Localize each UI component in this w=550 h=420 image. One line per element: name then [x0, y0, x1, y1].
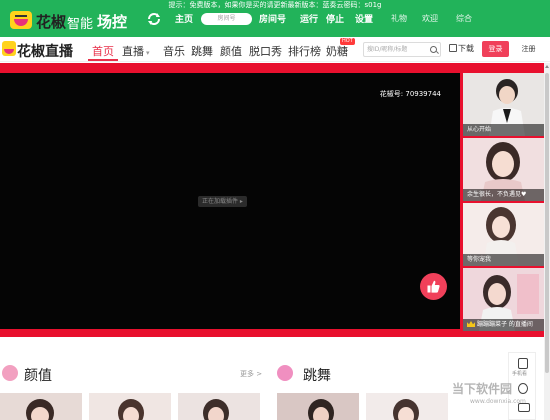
- watermark-url: www.downxia.com: [470, 398, 526, 405]
- refresh-icon[interactable]: [146, 11, 162, 27]
- page-scrollbar[interactable]: [544, 63, 550, 420]
- tool-nav-general[interactable]: 综合: [456, 13, 472, 24]
- nav-home[interactable]: 首页: [92, 43, 114, 59]
- live-thumbnail[interactable]: [0, 393, 82, 420]
- category-title-dance: 跳舞: [303, 368, 331, 384]
- anchor-caption: 等你宠我: [463, 254, 544, 266]
- tool-nav-welcome[interactable]: 欢迎: [422, 13, 438, 24]
- anchor-caption: 蹦蹦蹦菜子 的直播间: [463, 319, 544, 331]
- nav-ranking[interactable]: 排行榜: [288, 43, 321, 59]
- category-title-beauty: 颜值: [24, 368, 52, 384]
- login-button[interactable]: 登录: [482, 41, 509, 57]
- thumbs-up-icon: [427, 280, 440, 293]
- nav-live[interactable]: 直播 ▾: [122, 43, 150, 59]
- anchor-card[interactable]: 从心开始: [463, 73, 544, 136]
- tool-nav-home[interactable]: 主页: [175, 12, 193, 25]
- nav-active-underline: [88, 59, 118, 61]
- phone-icon[interactable]: [518, 358, 528, 369]
- site-header: 花椒直播 首页 直播 ▾ 音乐 跳舞 颜值 脱口秀 排行榜 奶糖 HOT 搜ID/…: [0, 37, 550, 62]
- anchor-caption-text: 蹦蹦蹦菜子 的直播间: [477, 321, 533, 328]
- live-thumbnail[interactable]: [366, 393, 448, 420]
- like-button[interactable]: [420, 273, 447, 300]
- message-icon[interactable]: [518, 383, 528, 394]
- search-placeholder: 搜ID/昵称/标题: [367, 46, 408, 53]
- tool-brand: 花椒: [36, 13, 67, 31]
- plugin-loading-tip: 正在加载插件 ▸: [198, 196, 247, 207]
- live-thumbnail[interactable]: [277, 393, 359, 420]
- search-input[interactable]: 搜ID/昵称/标题: [363, 42, 441, 57]
- scroll-up-arrow-icon[interactable]: [545, 65, 549, 68]
- huajiao-logo-icon: [10, 11, 32, 29]
- anchor-caption: 余生很长，不负遇见♥: [463, 189, 544, 201]
- tool-top-bar: 提示：免费版本，如果你是买的请更新最新版本：蓝奏云密码：s01g 花椒 智能 场…: [0, 0, 550, 37]
- register-button[interactable]: 注册: [515, 41, 542, 57]
- watermark-text: 当下软件园: [452, 382, 513, 396]
- download-button[interactable]: 下载: [449, 43, 474, 54]
- update-notice: 提示：免费版本，如果你是买的请更新最新版本：蓝奏云密码：s01g: [168, 1, 382, 9]
- site-logo-icon[interactable]: [2, 41, 16, 56]
- search-icon[interactable]: [430, 46, 437, 53]
- nav-naitang[interactable]: 奶糖: [326, 43, 348, 59]
- anchor-caption: 从心开始: [463, 124, 544, 136]
- nav-live-label: 直播: [122, 45, 144, 58]
- tool-brand-changkong: 场控: [97, 13, 128, 31]
- anchor-card[interactable]: 余生很长，不负遇见♥: [463, 138, 544, 201]
- room-number-label: 花椒号: 70939744: [379, 90, 441, 98]
- nav-talkshow[interactable]: 脱口秀: [249, 43, 282, 59]
- site-brand[interactable]: 花椒直播: [17, 41, 73, 61]
- tool-nav-gift[interactable]: 礼物: [391, 13, 407, 24]
- nav-beauty[interactable]: 颜值: [220, 43, 242, 59]
- nav-dance[interactable]: 跳舞: [191, 43, 213, 59]
- beauty-category-icon: [2, 365, 18, 381]
- hot-badge: HOT: [340, 38, 355, 45]
- dance-category-icon: [277, 365, 293, 381]
- tool-nav-room[interactable]: 房间号: [259, 12, 286, 25]
- more-link-beauty[interactable]: 更多 >: [240, 369, 262, 379]
- floating-toolbar: 手机看: [508, 352, 536, 420]
- anchor-card[interactable]: 蹦蹦蹦菜子 的直播间: [463, 268, 544, 331]
- video-player[interactable]: 花椒号: 70939744 正在加载插件 ▸: [0, 73, 460, 329]
- live-thumbnail[interactable]: [178, 393, 260, 420]
- download-label: 下载: [458, 44, 474, 53]
- crown-icon: [467, 321, 475, 327]
- tool-nav-stop[interactable]: 停止: [326, 12, 344, 25]
- tool-brand-zhineng: 智能: [67, 17, 94, 32]
- live-thumbnail[interactable]: [89, 393, 171, 420]
- nav-music[interactable]: 音乐: [163, 43, 185, 59]
- chevron-down-icon: ▾: [146, 49, 150, 57]
- download-icon: [449, 44, 457, 52]
- scroll-thumb[interactable]: [545, 73, 549, 373]
- tool-nav-settings[interactable]: 设置: [355, 12, 373, 25]
- tool-nav-run[interactable]: 运行: [300, 12, 318, 25]
- room-number-input[interactable]: 房间号: [201, 13, 252, 25]
- floating-toolbar-label: 手机看: [512, 371, 528, 377]
- anchor-card[interactable]: 等你宠我: [463, 203, 544, 266]
